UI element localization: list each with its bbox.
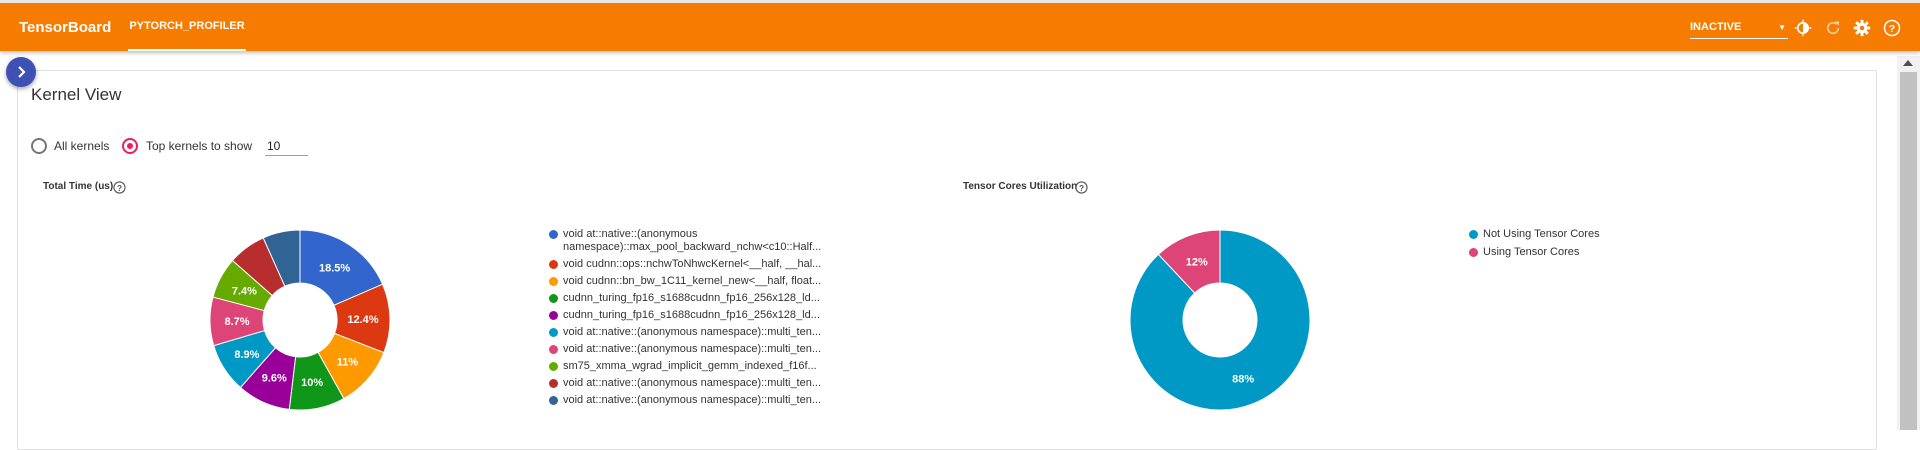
chevron-right-icon — [18, 66, 26, 78]
help-icon[interactable]: ? — [113, 181, 126, 194]
reload-status-select[interactable]: INACTIVE ▼ — [1690, 17, 1788, 39]
legend-color-dot — [549, 294, 558, 303]
sidebar-toggle-button[interactable] — [6, 57, 36, 87]
slice-label: 7.4% — [232, 285, 257, 297]
slice-label: 8.9% — [234, 349, 259, 361]
total-time-donut-chart: 18.5% 12.4% 11% 10% 9.6%8.9% 8.7% 7.4% — [209, 229, 391, 411]
legend-color-dot — [549, 277, 558, 286]
slice-label: 10% — [301, 377, 323, 389]
radio-all-kernels-label[interactable]: All kernels — [54, 139, 109, 153]
top-app-bar: TensorBoard PYTORCH_PROFILER INACTIVE ▼ … — [0, 0, 1920, 51]
legend-label: sm75_xmma_wgrad_implicit_gemm_indexed_f1… — [563, 360, 817, 372]
tab-pytorch-profiler[interactable]: PYTORCH_PROFILER — [128, 3, 246, 51]
app-title: TensorBoard — [19, 19, 112, 36]
help-icon[interactable]: ? — [1883, 19, 1901, 37]
slice-label: 88% — [1232, 374, 1254, 386]
svg-text:?: ? — [1079, 183, 1084, 193]
legend-label: Not Using Tensor Cores — [1483, 228, 1600, 240]
tensor-cores-chart-title: Tensor Cores Utilization — [963, 181, 1078, 192]
tensor-cores-legend: Not Using Tensor Cores Using Tensor Cores — [1469, 228, 1669, 268]
slice-label: 12.4% — [347, 314, 378, 326]
slice-label: 11% — [337, 356, 359, 368]
dark-mode-icon[interactable] — [1794, 19, 1812, 37]
legend-label: void at::native::(anonymous namespace)::… — [563, 394, 822, 406]
legend-label: void at::native::(anonymous namespace)::m… — [563, 228, 822, 253]
svg-text:?: ? — [1889, 23, 1895, 35]
legend-label: cudnn_turing_fp16_s1688cudnn_fp16_256x12… — [563, 292, 820, 304]
tensor-cores-donut-chart: 88% 12% — [1129, 229, 1311, 411]
radio-top-kernels[interactable] — [122, 138, 138, 154]
refresh-icon[interactable] — [1824, 19, 1842, 37]
help-icon[interactable]: ? — [1075, 181, 1088, 194]
slice-label: 12% — [1186, 256, 1208, 268]
scroll-up-arrow-icon[interactable] — [1903, 60, 1913, 66]
legend-label: void cudnn::bn_bw_1C11_kernel_new<__half… — [563, 275, 822, 287]
legend-color-dot — [549, 396, 558, 405]
gear-icon[interactable] — [1853, 19, 1871, 37]
legend-color-dot — [1469, 230, 1478, 239]
legend-color-dot — [1469, 248, 1478, 257]
radio-top-kernels-label[interactable]: Top kernels to show — [146, 139, 252, 153]
legend-color-dot — [549, 362, 558, 371]
legend-label: void at::native::(anonymous namespace)::… — [563, 326, 822, 338]
total-time-legend: void at::native::(anonymous namespace)::m… — [549, 228, 839, 418]
slice-label: 9.6% — [262, 372, 287, 384]
legend-label: void at::native::(anonymous namespace)::… — [563, 343, 822, 355]
page-title: Kernel View — [31, 85, 122, 104]
chevron-down-icon: ▼ — [1778, 23, 1786, 32]
radio-all-kernels[interactable] — [31, 138, 47, 154]
top-kernels-input[interactable] — [265, 136, 308, 156]
legend-color-dot — [549, 345, 558, 354]
total-time-chart-title: Total Time (us) — [43, 181, 114, 192]
reload-status-value: INACTIVE — [1690, 21, 1742, 33]
legend-label: cudnn_turing_fp16_s1688cudnn_fp16_256x12… — [563, 309, 820, 321]
legend-label: Using Tensor Cores — [1483, 246, 1580, 258]
legend-color-dot — [549, 311, 558, 320]
legend-label: void at::native::(anonymous namespace)::… — [563, 377, 822, 389]
slice-label: 18.5% — [319, 262, 350, 274]
legend-color-dot — [549, 230, 558, 239]
legend-color-dot — [549, 379, 558, 388]
slice-label: 8.7% — [224, 316, 249, 328]
legend-label: void cudnn::ops::nchwToNhwcKernel<__half… — [563, 258, 822, 270]
legend-color-dot — [549, 328, 558, 337]
scrollbar-thumb[interactable] — [1900, 72, 1917, 430]
legend-color-dot — [549, 260, 558, 269]
svg-text:?: ? — [117, 183, 122, 193]
